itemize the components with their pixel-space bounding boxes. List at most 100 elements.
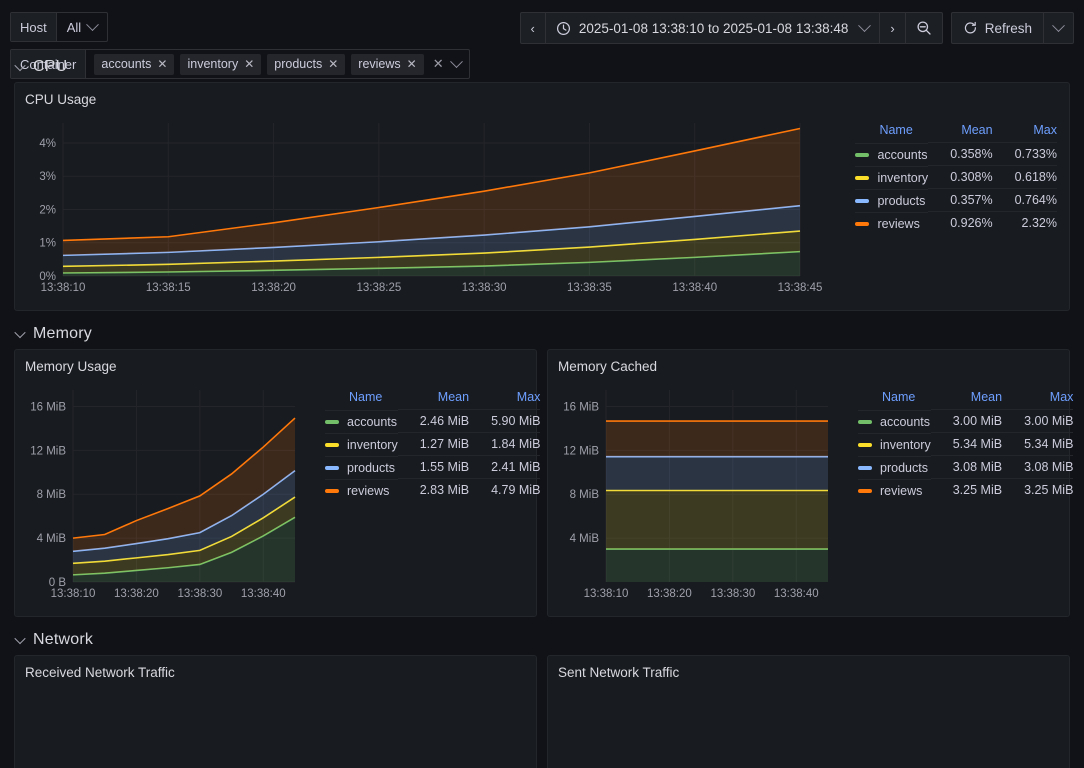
- legend-series-name-cell[interactable]: products: [858, 455, 931, 479]
- svg-text:16 MiB: 16 MiB: [30, 401, 66, 413]
- legend-row[interactable]: inventory 5.34 MiB 5.34 MiB: [858, 432, 1074, 456]
- legend-max-value: 3.25 MiB: [1002, 478, 1074, 502]
- legend-row[interactable]: products 0.357% 0.764%: [855, 188, 1057, 212]
- chart-memory-cached[interactable]: 4 MiB 8 MiB 12 MiB 16 MiB 13:38:10 13:38:20 13…: [548, 374, 858, 612]
- refresh-group: Refresh: [950, 12, 1074, 44]
- svg-text:13:38:10: 13:38:10: [584, 588, 629, 600]
- legend-row[interactable]: inventory 1.27 MiB 1.84 MiB: [325, 432, 541, 456]
- legend-color-swatch-icon: [858, 442, 872, 447]
- legend-series-name-cell[interactable]: reviews: [325, 478, 398, 502]
- time-range-text: 2025-01-08 13:38:10 to 2025-01-08 13:38:…: [578, 20, 849, 36]
- legend-max-value: 4.79 MiB: [469, 478, 541, 502]
- variable-pill-accounts[interactable]: accounts ✕: [94, 53, 175, 75]
- legend-series-name-cell[interactable]: products: [325, 455, 398, 479]
- legend-row[interactable]: products 3.08 MiB 3.08 MiB: [858, 455, 1074, 479]
- legend-color-swatch-icon: [855, 221, 870, 226]
- time-shift-forward-button[interactable]: ›: [880, 13, 904, 43]
- legend-row[interactable]: accounts 3.00 MiB 3.00 MiB: [858, 409, 1074, 433]
- panel-memory-usage[interactable]: Memory Usage 0 B4 MiB 8 MiB 12 MiB 16 MiB 13…: [14, 349, 541, 617]
- panel-content: 4 MiB 8 MiB 12 MiB 16 MiB 13:38:10 13:38:20 13…: [548, 374, 1074, 612]
- variable-pill-inventory[interactable]: inventory ✕: [180, 53, 262, 75]
- legend-series-name-cell[interactable]: accounts: [855, 142, 929, 166]
- svg-text:13:38:40: 13:38:40: [774, 588, 819, 600]
- close-icon[interactable]: ✕: [328, 58, 338, 70]
- clear-all-icon[interactable]: ✕: [430, 56, 444, 72]
- legend-row[interactable]: products 1.55 MiB 2.41 MiB: [325, 455, 541, 479]
- refresh-interval-dropdown[interactable]: [1044, 13, 1073, 43]
- legend-max-value: 1.84 MiB: [469, 432, 541, 456]
- panel-title: Memory Cached: [558, 359, 658, 374]
- legend-header-row: Name Mean Max: [858, 390, 1073, 410]
- close-icon[interactable]: ✕: [157, 58, 167, 70]
- legend-header-name[interactable]: Name: [325, 390, 398, 410]
- legend-header-name[interactable]: Name: [855, 123, 928, 143]
- legend-color-swatch-icon: [325, 419, 339, 424]
- chevron-down-icon: [86, 17, 100, 31]
- legend-table: Name Mean Max accounts 2.46 MiB 5.90 MiB in…: [325, 390, 541, 502]
- legend-series-name: accounts: [877, 147, 928, 162]
- svg-text:2%: 2%: [39, 204, 56, 216]
- legend-body: accounts 0.358% 0.733% inventory 0.308% 0.618…: [855, 142, 1057, 235]
- time-shift-back-button[interactable]: ‹: [521, 13, 545, 43]
- chevron-down-icon: [1052, 18, 1065, 32]
- row-header-memory[interactable]: Memory: [8, 319, 1076, 349]
- legend-series-name-cell[interactable]: reviews: [855, 211, 929, 235]
- close-icon[interactable]: ✕: [407, 58, 417, 70]
- legend-header-name[interactable]: Name: [858, 390, 931, 410]
- svg-text:12 MiB: 12 MiB: [30, 445, 66, 457]
- svg-text:13:38:30: 13:38:30: [710, 588, 755, 600]
- svg-text:8 MiB: 8 MiB: [37, 489, 67, 501]
- svg-text:12 MiB: 12 MiB: [563, 445, 599, 457]
- legend-series-name: reviews: [880, 483, 923, 498]
- legend-max-value: 2.41 MiB: [469, 455, 541, 479]
- refresh-button[interactable]: Refresh: [952, 13, 1043, 43]
- legend-series-name-cell[interactable]: products: [855, 188, 929, 212]
- variable-container-values[interactable]: accounts ✕ inventory ✕ products ✕ review…: [86, 50, 468, 78]
- legend-header-max[interactable]: Max: [469, 390, 541, 410]
- legend-header-mean[interactable]: Mean: [398, 390, 469, 410]
- chevron-down-icon[interactable]: [449, 54, 463, 68]
- variable-pill-reviews[interactable]: reviews ✕: [351, 53, 424, 75]
- chevron-down-icon: [14, 632, 26, 645]
- row-header-network[interactable]: Network: [8, 625, 1076, 655]
- svg-text:16 MiB: 16 MiB: [563, 401, 599, 413]
- legend-series-name-cell[interactable]: accounts: [325, 409, 398, 433]
- panel-content: 0 B4 MiB 8 MiB 12 MiB 16 MiB 13:38:10 13:38:2…: [15, 374, 541, 612]
- panel-title: CPU Usage: [25, 92, 97, 107]
- legend-row[interactable]: reviews 0.926% 2.32%: [855, 211, 1057, 235]
- chart-cpu-usage[interactable]: 0% 1% 2% 3% 4% 13:38:10 13:38:15 13:38:20 13:38:…: [15, 107, 855, 306]
- panel-received-network-traffic[interactable]: Received Network Traffic: [14, 655, 537, 768]
- zoom-out-button[interactable]: [906, 13, 942, 43]
- svg-text:4%: 4%: [39, 138, 56, 150]
- svg-text:13:38:25: 13:38:25: [356, 282, 401, 294]
- legend-series-name-cell[interactable]: inventory: [855, 165, 929, 189]
- legend-max-value: 2.32%: [992, 211, 1057, 235]
- legend-row[interactable]: accounts 0.358% 0.733%: [855, 142, 1057, 166]
- legend-series-name-cell[interactable]: reviews: [858, 478, 931, 502]
- panel-memory-cached[interactable]: Memory Cached 4 MiB 8 MiB 12 MiB 16 MiB 13:3…: [547, 349, 1074, 617]
- variable-host[interactable]: Host All: [10, 12, 109, 42]
- legend-series-name-cell[interactable]: inventory: [325, 432, 398, 456]
- time-range-picker[interactable]: 2025-01-08 13:38:10 to 2025-01-08 13:38:…: [546, 13, 879, 43]
- legend-row[interactable]: reviews 3.25 MiB 3.25 MiB: [858, 478, 1074, 502]
- panel-cpu-usage[interactable]: CPU Usage 0% 1% 2% 3% 4% 13:38:10 13:38:15 13:3…: [14, 82, 1070, 311]
- chart-memory-usage[interactable]: 0 B4 MiB 8 MiB 12 MiB 16 MiB 13:38:10 13:38:2…: [15, 374, 325, 612]
- variable-host-select[interactable]: All: [57, 13, 107, 41]
- legend-series-name-cell[interactable]: accounts: [858, 409, 931, 433]
- legend-row[interactable]: inventory 0.308% 0.618%: [855, 165, 1057, 189]
- close-icon[interactable]: ✕: [244, 58, 254, 70]
- legend-header-mean[interactable]: Mean: [928, 123, 992, 143]
- variable-container[interactable]: Container accounts ✕ inventory ✕ product…: [10, 49, 470, 79]
- legend-series-name-cell[interactable]: inventory: [858, 432, 931, 456]
- panel-sent-network-traffic[interactable]: Sent Network Traffic: [547, 655, 1070, 768]
- legend-row[interactable]: accounts 2.46 MiB 5.90 MiB: [325, 409, 541, 433]
- legend-series-name: products: [880, 460, 928, 475]
- legend-header-max[interactable]: Max: [993, 123, 1057, 143]
- legend-header-max[interactable]: Max: [1002, 390, 1074, 410]
- legend-header-mean[interactable]: Mean: [931, 390, 1002, 410]
- variable-pill-products[interactable]: products ✕: [267, 53, 346, 75]
- panel-title: Memory Usage: [25, 359, 117, 374]
- refresh-icon: [963, 21, 978, 36]
- legend-row[interactable]: reviews 2.83 MiB 4.79 MiB: [325, 478, 541, 502]
- svg-text:4 MiB: 4 MiB: [570, 533, 600, 545]
